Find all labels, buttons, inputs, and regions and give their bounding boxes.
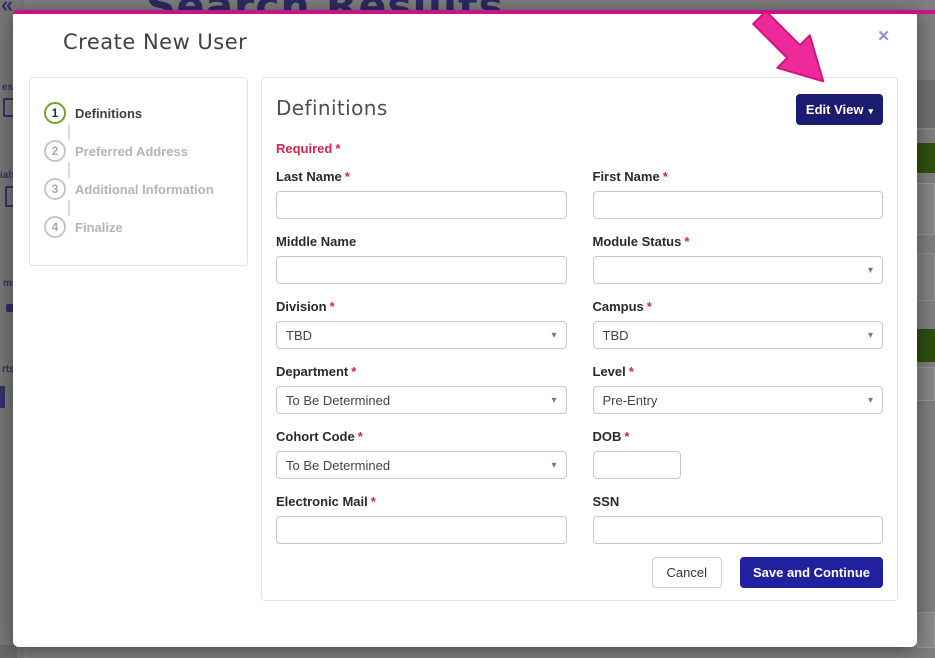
chevron-down-icon: ▾: [868, 330, 873, 341]
dialog-title: Create New User: [63, 30, 247, 54]
required-note: Required*: [276, 141, 883, 156]
chevron-left-icon: «: [1, 0, 13, 18]
modal-top-accent-bar: [13, 10, 935, 14]
select-value: TBD: [286, 328, 312, 343]
field-label: Division*: [276, 299, 567, 314]
ssn-field: SSN: [593, 494, 884, 544]
chevron-down-icon: ▾: [551, 330, 556, 341]
background-panel: [915, 80, 935, 128]
middle-name-input[interactable]: [276, 256, 567, 284]
step-connector: [68, 162, 70, 178]
department-field: Department* To Be Determined ▾: [276, 364, 567, 414]
step-connector: [68, 200, 70, 216]
background-input-box: [917, 183, 935, 235]
field-label: Last Name*: [276, 169, 567, 184]
select-value: Pre-Entry: [603, 393, 658, 408]
cohort-code-select[interactable]: To Be Determined ▾: [276, 451, 567, 479]
cohort-code-field: Cohort Code* To Be Determined ▾: [276, 429, 567, 479]
department-select[interactable]: To Be Determined ▾: [276, 386, 567, 414]
create-new-user-dialog: Create New User ✕ 1 Definitions 2 Prefer…: [13, 10, 917, 647]
electronic-mail-input[interactable]: [276, 516, 567, 544]
module-status-select[interactable]: ▾: [593, 256, 884, 284]
field-label: Cohort Code*: [276, 429, 567, 444]
cancel-button[interactable]: Cancel: [652, 557, 722, 588]
field-label: Electronic Mail*: [276, 494, 567, 509]
electronic-mail-field: Electronic Mail*: [276, 494, 567, 544]
wizard-step-preferred-address[interactable]: 2 Preferred Address: [44, 140, 247, 162]
select-value: To Be Determined: [286, 393, 390, 408]
campus-select[interactable]: TBD ▾: [593, 321, 884, 349]
level-field: Level* Pre-Entry ▾: [593, 364, 884, 414]
select-value: TBD: [603, 328, 629, 343]
first-name-input[interactable]: [593, 191, 884, 219]
dob-field: DOB*: [593, 429, 884, 479]
division-select[interactable]: TBD ▾: [276, 321, 567, 349]
step-label: Additional Information: [75, 182, 214, 197]
last-name-field: Last Name*: [276, 169, 567, 219]
chevron-down-icon: ▾: [868, 395, 873, 406]
field-label: Department*: [276, 364, 567, 379]
step-number-badge: 3: [44, 178, 66, 200]
wizard-step-finalize[interactable]: 4 Finalize: [44, 216, 247, 238]
chevron-down-icon: ▾: [868, 265, 873, 276]
field-label: SSN: [593, 494, 884, 509]
list-icon: [0, 386, 5, 408]
module-status-field: Module Status* ▾: [593, 234, 884, 284]
select-value: To Be Determined: [286, 458, 390, 473]
step-number-badge: 4: [44, 216, 66, 238]
form-grid: Last Name* First Name* Middle Name Modul…: [276, 169, 883, 544]
background-corner-block: [0, 645, 17, 658]
first-name-field: First Name*: [593, 169, 884, 219]
step-number-badge: 2: [44, 140, 66, 162]
chevron-down-icon: ▾: [551, 395, 556, 406]
field-label: Level*: [593, 364, 884, 379]
background-input-box: [917, 367, 935, 401]
background-input-box: [917, 612, 935, 648]
step-label: Definitions: [75, 106, 142, 121]
division-field: Division* TBD ▾: [276, 299, 567, 349]
campus-field: Campus* TBD ▾: [593, 299, 884, 349]
dob-input[interactable]: [593, 451, 681, 479]
background-divider: [915, 128, 935, 130]
field-label: First Name*: [593, 169, 884, 184]
close-icon[interactable]: ✕: [877, 29, 890, 44]
edit-view-label: Edit View: [806, 102, 864, 117]
level-select[interactable]: Pre-Entry ▾: [593, 386, 884, 414]
ssn-input[interactable]: [593, 516, 884, 544]
definitions-form-panel: Definitions Edit View ▾ Required* Last Na…: [261, 77, 898, 601]
sidebar-fragment-label: es: [2, 82, 13, 93]
background-green-button: [916, 329, 935, 362]
background-green-button: [916, 143, 935, 173]
chevron-down-icon: ▾: [868, 106, 873, 116]
chevron-down-icon: ▾: [551, 460, 556, 471]
wizard-step-additional-information[interactable]: 3 Additional Information: [44, 178, 247, 200]
step-number-badge: 1: [44, 102, 66, 124]
wizard-steps-panel: 1 Definitions 2 Preferred Address 3 Addi…: [29, 77, 248, 266]
section-title: Definitions: [276, 94, 388, 120]
field-label: Module Status*: [593, 234, 884, 249]
background-right-fragments: [915, 0, 935, 658]
middle-name-field: Middle Name: [276, 234, 567, 284]
field-label: Campus*: [593, 299, 884, 314]
step-label: Finalize: [75, 220, 123, 235]
background-input-box: [917, 253, 935, 301]
edit-view-button[interactable]: Edit View ▾: [796, 94, 883, 125]
last-name-input[interactable]: [276, 191, 567, 219]
field-label: DOB*: [593, 429, 884, 444]
form-footer: Cancel Save and Continue: [652, 557, 884, 588]
save-and-continue-button[interactable]: Save and Continue: [740, 557, 883, 588]
wizard-step-definitions[interactable]: 1 Definitions: [44, 102, 247, 124]
step-connector: [68, 124, 70, 140]
field-label: Middle Name: [276, 234, 567, 249]
step-label: Preferred Address: [75, 144, 188, 159]
